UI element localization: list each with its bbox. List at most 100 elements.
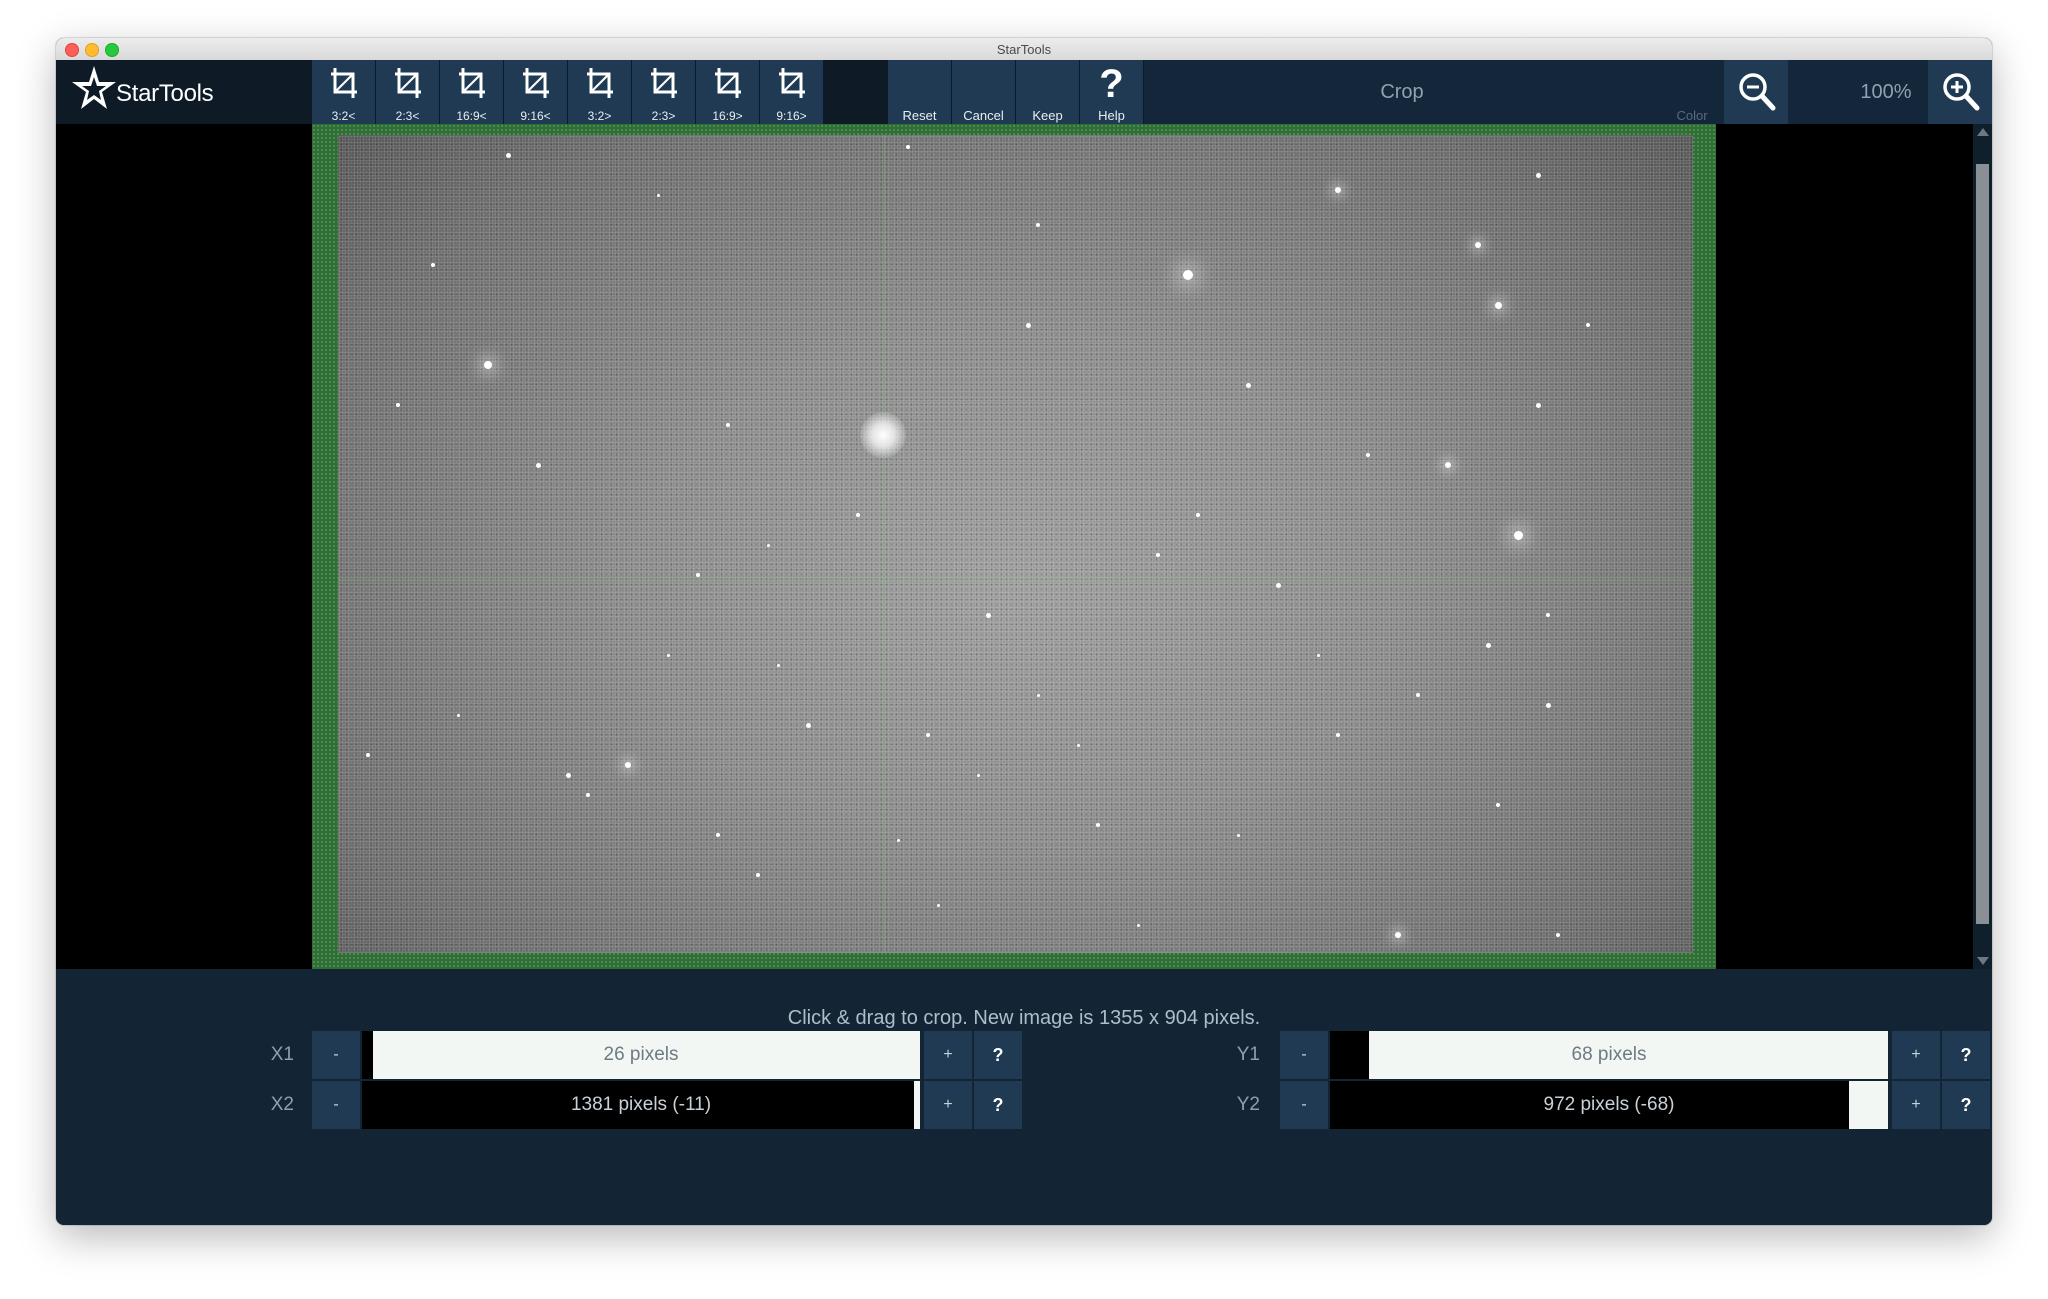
window-title: StarTools	[996, 42, 1052, 57]
y2-decrement-button[interactable]: -	[1280, 1081, 1328, 1129]
crop-preset-button[interactable]: 3:2<	[312, 60, 375, 124]
vertical-scrollbar[interactable]	[1973, 124, 1992, 969]
help-button[interactable]: ? Help	[1080, 60, 1143, 124]
star	[1335, 187, 1341, 193]
y1-increment-button[interactable]: +	[1892, 1031, 1940, 1079]
y1-help-button[interactable]: ?	[1942, 1031, 1990, 1079]
crop-icon	[651, 68, 677, 98]
star	[1535, 172, 1541, 178]
star	[366, 753, 370, 757]
crop-preset-button[interactable]: 9:16>	[760, 60, 823, 124]
scroll-thumb[interactable]	[1976, 164, 1989, 924]
crop-icon	[395, 68, 421, 98]
y1-decrement-button[interactable]: -	[1280, 1031, 1328, 1079]
crop-icon	[523, 68, 549, 98]
star	[856, 513, 860, 517]
star	[1275, 582, 1281, 588]
crop-icon	[779, 68, 805, 98]
star	[926, 733, 930, 737]
star	[656, 193, 660, 197]
star	[985, 612, 991, 618]
x1-slider[interactable]: 26 pixels	[362, 1031, 920, 1079]
star	[1076, 743, 1080, 747]
title-bar: StarTools	[56, 38, 1992, 61]
crop-preset-button[interactable]: 16:9<	[440, 60, 503, 124]
crop-preset-button[interactable]: 2:3<	[376, 60, 439, 124]
toolbar: StarTools 3:2< 2:3< 16:9< 9:16< 3:2> 2:3> 16:9…	[56, 60, 1992, 124]
star	[726, 423, 730, 427]
zoom-out-button[interactable]	[1724, 60, 1788, 124]
crop-icon	[587, 68, 613, 98]
star	[535, 462, 541, 468]
x1-value: 26 pixels	[603, 1044, 679, 1065]
module-title: Crop	[1144, 60, 1660, 124]
x2-decrement-button[interactable]: -	[312, 1081, 360, 1129]
star	[776, 663, 780, 667]
color-button[interactable]: Color	[1660, 60, 1724, 124]
star	[1494, 301, 1502, 309]
scroll-up-arrow-icon[interactable]	[1977, 128, 1989, 136]
star	[625, 762, 631, 768]
crop-area[interactable]	[312, 124, 1716, 969]
star	[1136, 923, 1140, 927]
star	[1156, 553, 1160, 557]
crop-preset-button[interactable]: 9:16<	[504, 60, 567, 124]
star	[505, 152, 511, 158]
star	[1036, 693, 1040, 697]
star	[1036, 223, 1040, 227]
image-workspace	[56, 124, 1992, 969]
x2-help-button[interactable]: ?	[974, 1081, 1022, 1129]
crop-preset-label: 16:9>	[712, 109, 743, 123]
star	[1445, 462, 1451, 468]
star-logo-icon	[72, 66, 116, 109]
star	[1485, 642, 1491, 648]
star	[456, 713, 460, 717]
reset-button[interactable]: Reset	[888, 60, 951, 124]
y2-slider[interactable]: 972 pixels (-68)	[1330, 1081, 1888, 1129]
x2-slider[interactable]: 1381 pixels (-11)	[362, 1081, 920, 1129]
color-label: Color	[1676, 108, 1708, 123]
parameter-panel: Click & drag to crop. New image is 1355 …	[56, 969, 1992, 1225]
star	[396, 403, 400, 407]
star	[484, 361, 492, 369]
y1-slider[interactable]: 68 pixels	[1330, 1031, 1888, 1079]
star	[1245, 382, 1251, 388]
y2-increment-button[interactable]: +	[1892, 1081, 1940, 1129]
star	[1475, 242, 1481, 248]
crop-preset-label: 16:9<	[456, 109, 487, 123]
zoom-in-button[interactable]	[1928, 60, 1992, 124]
image-noise-texture	[338, 135, 1693, 953]
crop-preset-button[interactable]: 3:2>	[568, 60, 631, 124]
star	[586, 793, 590, 797]
x1-increment-button[interactable]: +	[924, 1031, 972, 1079]
crop-preset-button[interactable]: 2:3>	[632, 60, 695, 124]
keep-button[interactable]: Keep	[1016, 60, 1079, 124]
star	[1236, 833, 1240, 837]
star	[1535, 402, 1541, 408]
star	[1025, 322, 1031, 328]
cancel-button[interactable]: Cancel	[952, 60, 1015, 124]
scroll-down-arrow-icon[interactable]	[1977, 957, 1989, 965]
crop-preset-label: 9:16<	[520, 109, 551, 123]
x2-increment-button[interactable]: +	[924, 1081, 972, 1129]
star	[1366, 453, 1370, 457]
x1-help-button[interactable]: ?	[974, 1031, 1022, 1079]
y2-help-button[interactable]: ?	[1942, 1081, 1990, 1129]
star	[1556, 933, 1560, 937]
center-guide-vertical	[884, 135, 885, 953]
star	[1183, 270, 1193, 280]
star	[1196, 513, 1200, 517]
star	[1546, 613, 1550, 617]
zoom-out-icon	[1739, 73, 1776, 111]
app-window: StarTools StarTools 3:2< 2:3< 16:9< 9:16< 3:…	[56, 38, 1992, 1225]
x1-decrement-button[interactable]: -	[312, 1031, 360, 1079]
keep-label: Keep	[1032, 108, 1063, 123]
star	[666, 653, 670, 657]
star	[716, 833, 720, 837]
crop-preset-label: 2:3<	[395, 109, 420, 123]
crop-preset-label: 3:2<	[331, 109, 356, 123]
crop-preset-button[interactable]: 16:9>	[696, 60, 759, 124]
cancel-label: Cancel	[963, 108, 1004, 123]
y2-label: Y2	[1236, 1094, 1260, 1115]
star	[696, 573, 700, 577]
